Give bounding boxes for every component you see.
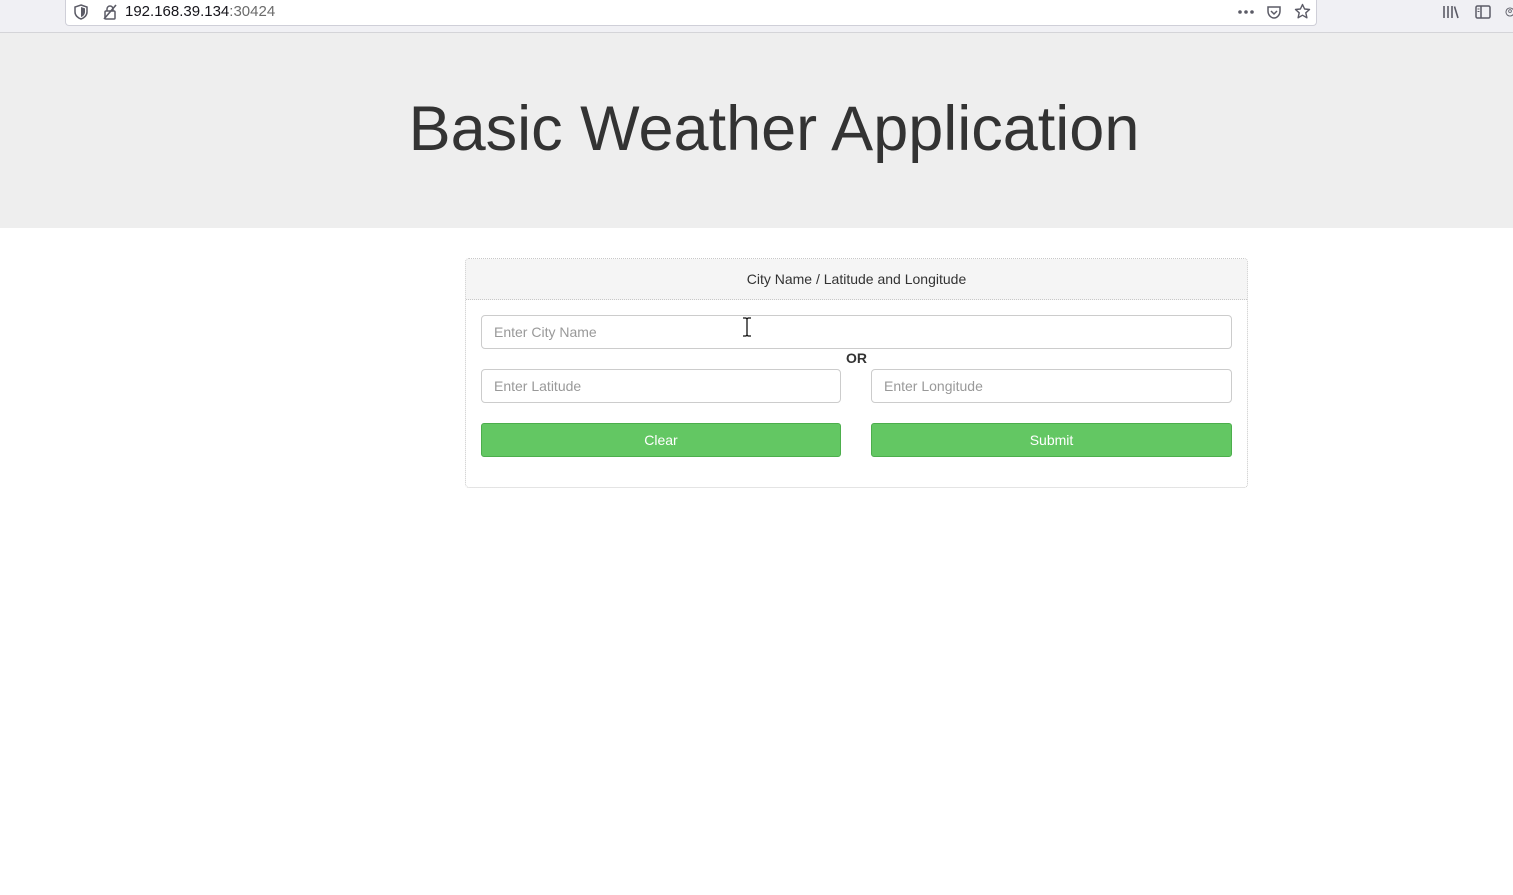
panel-heading: City Name / Latitude and Longitude [466, 259, 1247, 300]
sidebar-icon[interactable] [1475, 4, 1491, 20]
longitude-input[interactable] [871, 369, 1232, 403]
submit-button[interactable]: Submit [871, 423, 1232, 457]
url-text[interactable]: 192.168.39.134:30424 [125, 4, 275, 20]
or-label: OR [846, 350, 867, 366]
url-bar[interactable]: 192.168.39.134:30424 [65, 0, 1317, 26]
more-icon[interactable] [1237, 4, 1255, 20]
star-icon[interactable] [1294, 3, 1311, 20]
latitude-input[interactable] [481, 369, 841, 403]
city-name-input[interactable] [481, 315, 1232, 349]
location-panel: City Name / Latitude and Longitude OR Cl… [465, 258, 1248, 488]
account-icon[interactable] [1505, 4, 1513, 20]
url-port: :30424 [229, 3, 276, 20]
page-title: Basic Weather Application [408, 94, 1140, 164]
insecure-connection-icon[interactable] [102, 4, 118, 20]
clear-button[interactable]: Clear [481, 423, 841, 457]
pocket-icon[interactable] [1266, 4, 1282, 20]
library-icon[interactable] [1442, 4, 1460, 20]
shield-icon[interactable] [74, 4, 88, 20]
text-cursor-icon [741, 317, 753, 337]
url-host: 192.168.39.134 [125, 3, 230, 20]
jumbotron-header: Basic Weather Application [0, 33, 1513, 228]
browser-toolbar: 192.168.39.134:30424 [0, 0, 1513, 33]
